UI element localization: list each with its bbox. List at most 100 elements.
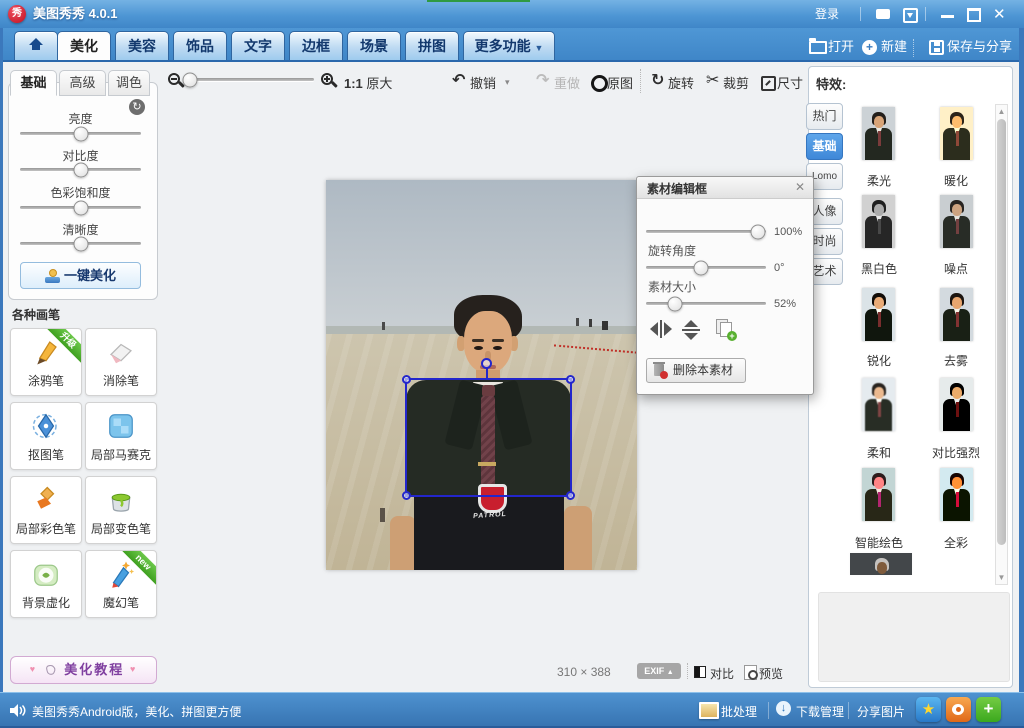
saturation-slider[interactable] [20,200,141,216]
download-tray-icon[interactable] [903,8,918,23]
clarity-handle[interactable] [73,237,88,252]
effect-thumb-partial[interactable] [850,553,912,575]
new-button[interactable]: 新建 [881,38,907,56]
one-key-beautify-button[interactable]: 一键美化 [20,262,141,289]
feedback-icon[interactable] [876,9,890,19]
brush-local-color-pen[interactable]: 局部彩色笔 [10,476,82,544]
effect-thumb-smart-color[interactable] [862,468,895,521]
duplicate-material-icon[interactable]: + [716,319,734,339]
scroll-up-icon[interactable]: ▲ [996,107,1007,116]
compare-button[interactable]: 对比 [710,665,734,682]
zoom-slider-rail[interactable] [186,78,314,81]
opacity-handle[interactable] [750,225,765,240]
resize-icon[interactable] [761,76,776,91]
compare-icon[interactable] [694,666,706,678]
tab-frame[interactable]: 边框 [289,31,343,60]
rotation-handle[interactable] [481,358,492,369]
crop-button[interactable]: 裁剪 [723,73,749,92]
scroll-down-icon[interactable]: ▼ [996,573,1007,582]
brush-background-blur[interactable]: 背景虚化 [10,550,82,618]
beautify-tutorial-button[interactable]: ♥ 美化教程 ♥ [10,656,157,684]
contrast-slider[interactable] [20,162,141,178]
dialog-title-bar[interactable]: 素材编辑框 ✕ [637,177,813,199]
preview-button[interactable]: 预览 [759,665,783,682]
brightness-handle[interactable] [73,127,88,142]
rotation-slider[interactable] [646,260,766,276]
opacity-slider[interactable] [646,224,766,240]
effects-tab-hot[interactable]: 热门 [806,103,843,130]
size-rail[interactable] [646,302,766,305]
minimize-button[interactable] [941,15,954,18]
brush-local-mosaic[interactable]: 局部马赛克 [85,402,157,470]
delete-material-button[interactable]: 删除本素材 [646,358,746,383]
login-link[interactable]: 登录 [815,6,839,22]
canvas-photo[interactable]: PATROL [326,180,637,570]
preview-icon[interactable] [744,665,757,680]
effect-thumb-noise[interactable] [940,195,973,248]
selection-handle-se[interactable] [566,491,575,500]
effect-thumb-warm[interactable] [940,107,973,160]
zoom-slider-handle[interactable] [182,73,197,88]
save-share-button[interactable]: 保存与分享 [947,38,1012,56]
crop-icon[interactable]: ✂ [706,70,719,90]
brush-cutout-pen[interactable]: 抠图笔 [10,402,82,470]
effect-thumb-dehaze[interactable] [940,288,973,341]
original-image-button[interactable]: 原图 [607,73,633,92]
qzone-share-icon[interactable]: ★ [916,697,941,722]
download-manager-button[interactable]: 下载管理 [796,703,844,720]
brush-local-recolor-pen[interactable]: 局部变色笔 [85,476,157,544]
tab-collage[interactable]: 拼图 [405,31,459,60]
tab-more-features[interactable]: 更多功能 ▼ [463,31,555,60]
effect-thumb-soft[interactable] [862,378,895,431]
material-size-slider[interactable] [646,296,766,312]
weibo-share-icon[interactable] [946,697,971,722]
brush-doodle-pen[interactable]: 升级 涂鸦笔 [10,328,82,396]
undo-icon[interactable]: ↶ [452,70,465,90]
open-button[interactable]: 打开 [828,38,854,56]
saturation-handle[interactable] [73,201,88,216]
brush-magic-pen[interactable]: new 魔幻笔 [85,550,157,618]
scrollbar-thumb[interactable] [997,119,1006,545]
zoom-in-icon[interactable] [321,73,337,89]
selection-handle-nw[interactable] [402,375,411,384]
contrast-handle[interactable] [73,163,88,178]
zoom-slider[interactable] [186,72,314,88]
more-share-icon[interactable]: + [976,697,1001,722]
clarity-slider[interactable] [20,236,141,252]
share-picture-button[interactable]: 分享图片 [857,703,905,720]
tab-scene[interactable]: 场景 [347,31,401,60]
tab-accessories[interactable]: 饰品 [173,31,227,60]
effect-thumb-sharpen[interactable] [862,288,895,341]
flip-vertical-icon[interactable] [682,320,700,340]
selection-handle-ne[interactable] [566,375,575,384]
flip-horizontal-icon[interactable] [650,320,672,338]
footer-notice[interactable]: 美图秀秀Android版，美化、拼图更方便 [32,703,241,720]
effects-tab-basic[interactable]: 基础 [806,133,843,160]
material-selection-box[interactable] [405,378,572,497]
effect-thumb-strong-contrast[interactable] [940,378,973,431]
tab-beautify[interactable]: 美化 [57,31,111,60]
batch-process-button[interactable]: 批处理 [721,703,757,720]
close-button[interactable]: ✕ [993,5,1006,23]
opacity-rail[interactable] [646,230,766,233]
actual-size-button[interactable]: 1:1 原大 [344,73,392,92]
dialog-close-icon[interactable]: ✕ [795,180,805,194]
selection-handle-sw[interactable] [402,491,411,500]
tab-text[interactable]: 文字 [231,31,285,60]
maximize-button[interactable] [967,8,981,22]
tab-home[interactable] [14,31,58,60]
rotate-button[interactable]: 旋转 [668,73,694,92]
effect-thumb-black-white[interactable] [862,195,895,248]
undo-history-caret[interactable]: ▾ [505,77,510,88]
effect-thumb-full-color[interactable] [940,468,973,521]
tab-cosmetic[interactable]: 美容 [115,31,169,60]
effect-thumb-soft-light[interactable] [862,107,895,160]
exif-badge[interactable]: EXIF ▲ [637,663,681,679]
brightness-slider[interactable] [20,126,141,142]
original-image-icon[interactable] [591,75,608,92]
rotate-icon[interactable]: ↻ [651,70,664,90]
effects-scrollbar[interactable]: ▲ ▼ [995,104,1008,585]
adjust-tab-basic[interactable]: 基础 [10,70,57,96]
rotation-handle-knob[interactable] [694,261,709,276]
brush-eraser-pen[interactable]: 消除笔 [85,328,157,396]
